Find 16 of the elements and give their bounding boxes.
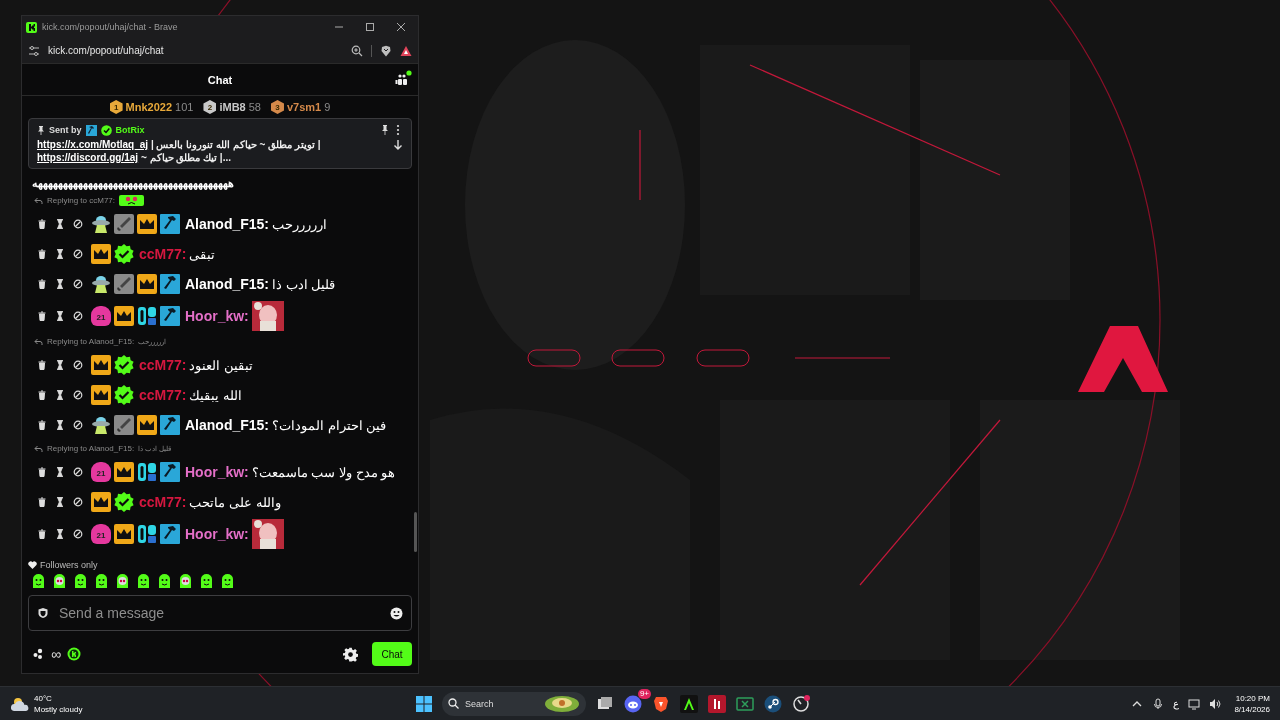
search-icon [448, 698, 459, 709]
weather-condition: Mostly cloudy [34, 703, 83, 715]
clock-time[interactable]: 10:20 PM [1235, 692, 1270, 704]
search-field[interactable]: Search [442, 691, 586, 716]
start-icon[interactable] [416, 695, 432, 712]
volume-icon[interactable] [1209, 697, 1222, 710]
weather-icon[interactable] [10, 695, 30, 712]
clock-date[interactable]: 8/14/2026 [1234, 703, 1270, 715]
app-icon[interactable] [708, 694, 726, 713]
language-indicator[interactable]: ع [1173, 698, 1180, 709]
temperature: 40°C [34, 692, 53, 704]
microphone-icon[interactable] [1152, 697, 1165, 710]
display-icon[interactable] [1188, 697, 1201, 710]
notification-badge: 9+ [637, 688, 651, 699]
letter-a-icon[interactable] [680, 694, 698, 713]
dial-icon[interactable] [792, 694, 810, 713]
